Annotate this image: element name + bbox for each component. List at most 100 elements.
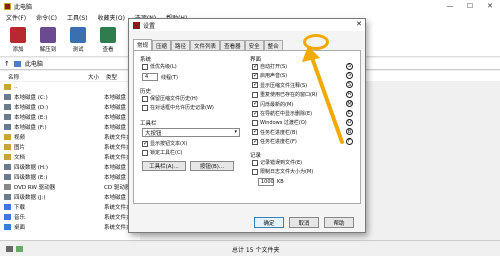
checkbox[interactable] (252, 100, 258, 108)
help-button[interactable]: 帮助 (324, 217, 354, 228)
list-item[interactable]: 四级数据 (H:) 本地磁盘 (0, 162, 140, 172)
folder-icon (4, 194, 11, 200)
test-icon (70, 27, 86, 43)
checkbox[interactable] (142, 95, 148, 102)
drive-icon (6, 246, 13, 252)
checkbox[interactable] (142, 140, 148, 147)
toolbar-settings-button[interactable]: 工具栏(A)... (142, 161, 186, 171)
settings-icon (133, 21, 140, 29)
checkbox[interactable] (252, 119, 258, 126)
checkbox[interactable] (252, 159, 258, 166)
toolbar-group-label: 工具栏 (140, 121, 157, 127)
list-item[interactable]: DVD RW 驱动器 CD 驱动器 (0, 182, 140, 192)
checkbox[interactable] (142, 104, 148, 111)
tab-general[interactable]: 常规 (133, 39, 153, 50)
checkbox[interactable] (252, 91, 258, 98)
file-name: 桌面 (14, 225, 26, 231)
winrar-logo-icon (4, 2, 11, 10)
dialog-title-bar: 设置 (129, 19, 365, 31)
settings-tabs: 常规 压缩 路径 文件列表 查看器 安全 整合 (133, 39, 283, 50)
cancel-button[interactable]: 取消 (289, 217, 319, 228)
file-type: 本地磁盘 (104, 175, 127, 181)
threads-input[interactable]: 4 (142, 73, 158, 81)
list-item[interactable]: 本地磁盘 (D:) 本地磁盘 (0, 102, 140, 112)
test-button[interactable]: 测试 (66, 23, 90, 57)
list-item[interactable]: 本地磁盘 (F:) 本地磁盘 (0, 122, 140, 132)
column-name[interactable]: 名称 (8, 73, 19, 81)
tab-viewer[interactable]: 查看器 (220, 40, 245, 50)
folder-icon (4, 204, 11, 210)
maximize-button[interactable]: ☐ (460, 0, 480, 12)
keep-history-checkbox[interactable]: 保留压缩文件历史(H) (142, 95, 198, 102)
buttons-settings-button[interactable]: 按钮(B)... (190, 161, 234, 171)
checkbox[interactable] (252, 128, 258, 136)
checkbox[interactable] (142, 149, 148, 156)
checkbox[interactable] (252, 110, 258, 117)
window-controls: — ☐ ✕ (440, 0, 500, 12)
checkbox[interactable] (142, 63, 148, 70)
list-item[interactable]: 本地磁盘 (E:) 本地磁盘 (0, 112, 140, 122)
address-path[interactable]: 此电脑 (25, 59, 43, 68)
view-button[interactable]: 查看 (96, 23, 120, 57)
file-name: 音乐 (14, 215, 26, 221)
folder-icon (4, 114, 11, 120)
tab-file-list[interactable]: 文件列表 (190, 40, 221, 50)
checkbox[interactable] (252, 138, 258, 145)
checkbox[interactable] (252, 81, 258, 89)
file-name: 视频 (14, 135, 26, 141)
highlight-arrow (302, 46, 344, 144)
threads-label: 线程(T) (161, 75, 178, 81)
list-item[interactable]: 音乐 系统文件夹 (0, 212, 140, 222)
history-group-label: 历史 (140, 89, 152, 95)
tab-security[interactable]: 安全 (244, 40, 264, 50)
list-item[interactable]: 文档 系统文件夹 (0, 152, 140, 162)
list-item[interactable]: 四级数据 (E:) 本地磁盘 (0, 172, 140, 182)
limit-log-size-checkbox[interactable]: 限制日志文件大小为(M) (252, 168, 313, 175)
menu-favorites[interactable]: 收藏夹(O) (98, 13, 125, 22)
file-name: 四级数据 (H:) (14, 165, 49, 171)
dialog-close-icon[interactable]: ✕ (356, 20, 362, 28)
lock-toolbar-checkbox[interactable]: 锁定工具栏(C) (142, 149, 182, 156)
file-list: .. 本地磁盘 (C:) 本地磁盘 本地磁盘 (D:) 本地磁盘 本地磁盘 (E:) 本地磁… (0, 82, 140, 240)
add-button[interactable]: 添加 (6, 23, 30, 57)
column-type[interactable]: 类型 (106, 73, 117, 81)
list-item[interactable]: 视频 系统文件夹 (0, 132, 140, 142)
list-item[interactable]: 下载 系统文件夹 (0, 202, 140, 212)
list-item[interactable]: .. (0, 82, 140, 92)
menu-file[interactable]: 文件(F) (6, 13, 26, 22)
minimize-button[interactable]: — (440, 0, 460, 12)
show-button-text-checkbox[interactable]: 显示按钮文本(X) (142, 140, 187, 147)
low-priority-checkbox[interactable]: 低优先级(L) (142, 63, 177, 70)
winrar-main-window: 此电脑 — ☐ ✕ 文件(F) 命令(C) 工具(S) 收藏夹(O) 选项(N)… (0, 0, 500, 256)
list-item[interactable]: 本地磁盘 (C:) 本地磁盘 (0, 92, 140, 102)
log-size-input[interactable]: 1000 (258, 178, 274, 186)
checkbox[interactable] (252, 63, 258, 70)
allow-history-checkbox[interactable]: 在对话框中允许历史记录(W) (142, 104, 214, 111)
list-item[interactable]: 四级数据 (J:) 本地磁盘 (0, 192, 140, 202)
file-name: 四级数据 (J:) (14, 195, 46, 201)
log-size-unit: KB (277, 179, 284, 185)
folder-icon (4, 214, 11, 220)
log-errors-checkbox[interactable]: 记录错误到文件(E) (252, 159, 302, 166)
file-name: .. (14, 84, 18, 90)
column-size[interactable]: 大小 (88, 73, 99, 81)
tab-compression[interactable]: 压缩 (152, 40, 172, 50)
list-item[interactable]: 桌面 系统文件夹 (0, 222, 140, 232)
up-arrow-icon[interactable]: ↑ (4, 60, 10, 68)
extract-to-button[interactable]: 解压到 (36, 23, 60, 57)
button-size-select[interactable]: 大按钮 ▾ (142, 128, 240, 137)
list-item[interactable]: 图片 系统文件夹 (0, 142, 140, 152)
tab-paths[interactable]: 路径 (171, 40, 191, 50)
status-text: 总计 15 个文件夹 (232, 247, 280, 254)
menu-tools[interactable]: 工具(S) (67, 13, 88, 22)
close-button[interactable]: ✕ (480, 0, 500, 12)
folder-icon (4, 174, 11, 180)
checkbox[interactable] (252, 168, 258, 175)
ok-button[interactable]: 确定 (254, 217, 284, 228)
file-type: 本地磁盘 (104, 95, 127, 101)
folder-icon (4, 224, 11, 230)
file-name: 本地磁盘 (D:) (14, 105, 49, 111)
menu-commands[interactable]: 命令(C) (36, 13, 57, 22)
file-name: DVD RW 驱动器 (14, 185, 56, 191)
checkbox[interactable] (252, 72, 258, 79)
